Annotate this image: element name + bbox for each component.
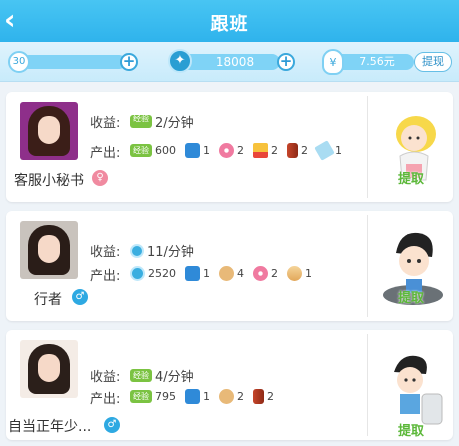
coin-icon: ✦ (168, 49, 192, 73)
output-item: 2520 (130, 266, 176, 281)
bread-icon (219, 389, 234, 404)
exp-badge-icon (130, 369, 152, 382)
ice-pop-icon (314, 140, 335, 161)
ticket-icon (185, 143, 200, 158)
coin-icon (130, 243, 144, 258)
page-title: 跟班 (210, 14, 249, 35)
extract-button[interactable]: 提取 (391, 287, 431, 307)
ticket-icon (185, 266, 200, 281)
output-item: 2 (253, 266, 278, 281)
money-balance: 7.56元 (334, 54, 414, 70)
output-item: 2 (253, 389, 274, 404)
donut-icon (219, 143, 234, 158)
income-label: 收益: (90, 370, 121, 385)
female-icon: ♀ (92, 170, 108, 186)
output-item: 600 (130, 144, 176, 157)
follower-name: 自当正年少... (8, 419, 92, 435)
output-item: 1 (314, 140, 342, 161)
cola-icon (287, 143, 298, 158)
income-label: 收益: (90, 245, 121, 260)
divider (367, 334, 368, 436)
exp-badge-icon (130, 144, 152, 157)
toilet-boy-character-icon (394, 355, 443, 425)
coin-balance: 18008 (180, 54, 280, 70)
output-item: 795 (130, 390, 176, 403)
exp-badge-icon (130, 115, 152, 128)
output-item: 2 (219, 389, 244, 404)
output-item: 1 (185, 389, 210, 404)
divider (367, 215, 368, 317)
add-level-button[interactable]: + (120, 53, 138, 71)
ticket-icon (185, 389, 200, 404)
output-label: 产出: (90, 392, 121, 407)
taco-icon (287, 266, 302, 281)
output-list: 600 1 2 2 2 1 (130, 140, 351, 161)
level-badge: 30 (8, 51, 30, 73)
output-item: 2 (219, 143, 244, 158)
coin-icon (130, 266, 145, 281)
output-item: 1 (287, 266, 312, 281)
output-list: 795 1 2 2 (130, 389, 283, 404)
avatar[interactable] (20, 221, 78, 279)
follower-card: 行者 ♂ 收益: 11/分钟 产出: 2520 1 4 2 1 提取 (6, 211, 453, 321)
income-label: 收益: (90, 116, 121, 131)
money-bag-icon: ¥ (322, 49, 344, 75)
income-rate: 4/分钟 (130, 366, 194, 385)
extract-button[interactable]: 提取 (391, 420, 431, 440)
cola-icon (253, 389, 264, 404)
output-item: 1 (185, 143, 210, 158)
income-rate: 11/分钟 (130, 241, 194, 260)
withdraw-cash-button[interactable]: 提现 (414, 52, 452, 72)
donut-icon (253, 266, 268, 281)
follower-name: 行者 (34, 292, 62, 308)
avatar[interactable] (20, 102, 78, 160)
output-list: 2520 1 4 2 1 (130, 266, 321, 281)
header-bar: ‹ 跟班 (0, 0, 459, 42)
avatar[interactable] (20, 340, 78, 398)
level-progress-bar (22, 55, 126, 69)
follower-card: 自当正年少... ♂ 收益: 4/分钟 产出: 795 1 2 2 提取 (6, 330, 453, 440)
divider (367, 96, 368, 198)
output-item: 1 (185, 266, 210, 281)
follower-name: 客服小秘书 (14, 173, 84, 189)
bread-icon (219, 266, 234, 281)
income-rate: 2/分钟 (130, 112, 194, 131)
stats-bar: 30 + 18008 ✦ + 7.56元 ¥ 提现 (0, 42, 459, 82)
follower-card: 客服小秘书 ♀ 收益: 2/分钟 产出: 600 1 2 2 2 1 提取 (6, 92, 453, 202)
exp-badge-icon (130, 390, 152, 403)
output-label: 产出: (90, 146, 121, 161)
output-item: 2 (287, 143, 308, 158)
output-item: 2 (253, 143, 278, 158)
output-item: 4 (219, 266, 244, 281)
male-icon: ♂ (104, 417, 120, 433)
extract-button[interactable]: 提取 (391, 168, 431, 188)
male-icon: ♂ (72, 289, 88, 305)
add-coins-button[interactable]: + (277, 53, 295, 71)
fries-icon (253, 143, 268, 158)
output-label: 产出: (90, 269, 121, 284)
